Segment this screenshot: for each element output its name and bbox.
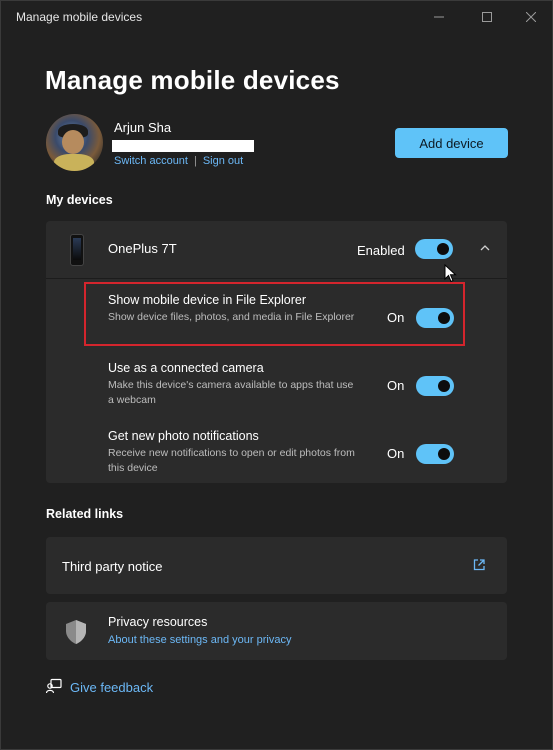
third-party-notice-label: Third party notice bbox=[62, 559, 163, 574]
give-feedback-link[interactable]: Give feedback bbox=[45, 678, 154, 697]
maximize-icon[interactable] bbox=[467, 5, 507, 29]
setting-photo-notifications: Get new photo notifications Receive new … bbox=[46, 419, 507, 487]
device-card: OnePlus 7T Enabled Show mobile device in… bbox=[46, 221, 507, 483]
setting-state: On bbox=[387, 446, 405, 461]
feedback-icon bbox=[45, 678, 62, 697]
setting-description: Receive new notifications to open or edi… bbox=[108, 447, 355, 474]
my-devices-heading: My devices bbox=[46, 193, 113, 207]
user-name: Arjun Sha bbox=[114, 120, 172, 135]
setting-description: Make this device's camera available to a… bbox=[108, 379, 354, 406]
connected-camera-toggle[interactable] bbox=[416, 376, 454, 396]
sign-out-link[interactable]: Sign out bbox=[203, 155, 243, 167]
setting-title: Use as a connected camera bbox=[108, 361, 264, 375]
device-status-label: Enabled bbox=[357, 243, 405, 258]
privacy-resources-card: Privacy resources About these settings a… bbox=[46, 602, 507, 660]
chevron-up-icon[interactable] bbox=[478, 241, 492, 260]
close-icon[interactable] bbox=[511, 5, 551, 29]
device-row[interactable]: OnePlus 7T Enabled bbox=[46, 221, 507, 279]
give-feedback-label: Give feedback bbox=[70, 680, 154, 695]
page-title: Manage mobile devices bbox=[45, 65, 340, 95]
shield-icon bbox=[64, 619, 88, 650]
link-separator: | bbox=[193, 155, 197, 167]
privacy-settings-link[interactable]: About these settings and your privacy bbox=[108, 634, 291, 646]
add-device-button[interactable]: Add device bbox=[395, 128, 508, 158]
related-links-heading: Related links bbox=[46, 507, 124, 521]
avatar bbox=[46, 114, 103, 171]
title-bar: Manage mobile devices bbox=[1, 1, 552, 33]
mouse-pointer-icon bbox=[444, 263, 458, 289]
minimize-icon[interactable] bbox=[419, 5, 459, 29]
third-party-notice-link[interactable]: Third party notice bbox=[46, 537, 507, 594]
external-link-icon bbox=[471, 557, 487, 578]
redacted-email bbox=[112, 140, 254, 152]
device-enabled-toggle[interactable] bbox=[415, 239, 453, 259]
setting-state: On bbox=[387, 378, 405, 393]
window-title: Manage mobile devices bbox=[16, 10, 143, 24]
account-links: Switch account | Sign out bbox=[114, 155, 243, 167]
privacy-resources-title: Privacy resources bbox=[108, 615, 208, 629]
phone-icon bbox=[70, 234, 84, 266]
highlight-box bbox=[84, 282, 465, 346]
setting-connected-camera: Use as a connected camera Make this devi… bbox=[46, 351, 507, 419]
device-name: OnePlus 7T bbox=[108, 241, 177, 256]
setting-title: Get new photo notifications bbox=[108, 429, 259, 443]
switch-account-link[interactable]: Switch account bbox=[114, 155, 188, 167]
photo-notifications-toggle[interactable] bbox=[416, 444, 454, 464]
app-window: Manage mobile devices Manage mobile devi… bbox=[0, 0, 553, 750]
